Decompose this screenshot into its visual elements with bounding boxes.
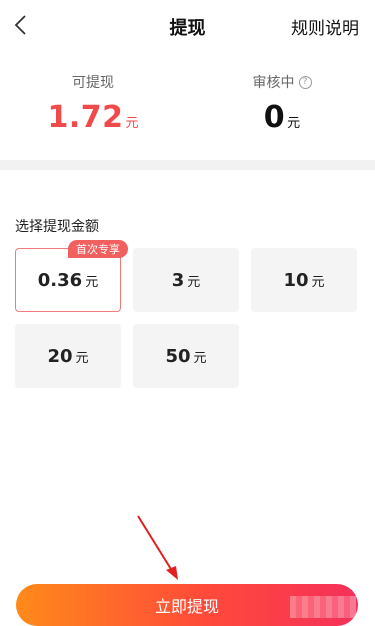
available-label: 可提现 — [72, 75, 114, 91]
option-unit: 元 — [193, 350, 207, 366]
available-amount: 1.72 — [47, 100, 124, 135]
amount-options: 0.36 元 首次专享 3 元 10 元 20 元 50 元 — [15, 240, 360, 390]
amount-option-50[interactable]: 50 元 — [133, 324, 239, 388]
pending-label: 审核中 — [252, 75, 295, 91]
option-unit: 元 — [187, 274, 201, 290]
option-amount: 20 — [47, 345, 73, 367]
pending-unit: 元 — [287, 116, 301, 131]
available-balance: 可提现 1.72 元 — [33, 72, 153, 135]
pending-balance: 审核中 ? 0 元 — [222, 72, 342, 135]
option-unit: 元 — [75, 350, 89, 366]
amount-option-10[interactable]: 10 元 — [251, 248, 357, 312]
watermark-blur — [290, 596, 356, 618]
option-amount: 50 — [165, 345, 191, 367]
amount-section-title: 选择提现金额 — [15, 219, 99, 235]
annotation-arrow-icon — [137, 515, 178, 580]
balance-summary: 可提现 1.72 元 审核中 ? 0 元 — [0, 72, 375, 152]
header: 提现 规则说明 — [0, 0, 375, 52]
pending-amount: 0 — [263, 100, 286, 135]
option-amount: 0.36 — [37, 269, 83, 291]
amount-option-3[interactable]: 3 元 — [133, 248, 239, 312]
section-divider — [0, 160, 375, 170]
amount-option-0-36[interactable]: 0.36 元 首次专享 — [15, 240, 128, 312]
question-circle-icon[interactable]: ? — [298, 75, 312, 89]
option-amount: 3 — [171, 269, 185, 291]
amount-option-20[interactable]: 20 元 — [15, 324, 121, 388]
option-unit: 元 — [311, 274, 325, 290]
first-time-badge: 首次专享 — [68, 240, 128, 258]
option-amount: 10 — [283, 269, 309, 291]
available-unit: 元 — [125, 116, 139, 131]
option-unit: 元 — [85, 274, 99, 290]
rules-link[interactable]: 规则说明 — [291, 14, 359, 39]
